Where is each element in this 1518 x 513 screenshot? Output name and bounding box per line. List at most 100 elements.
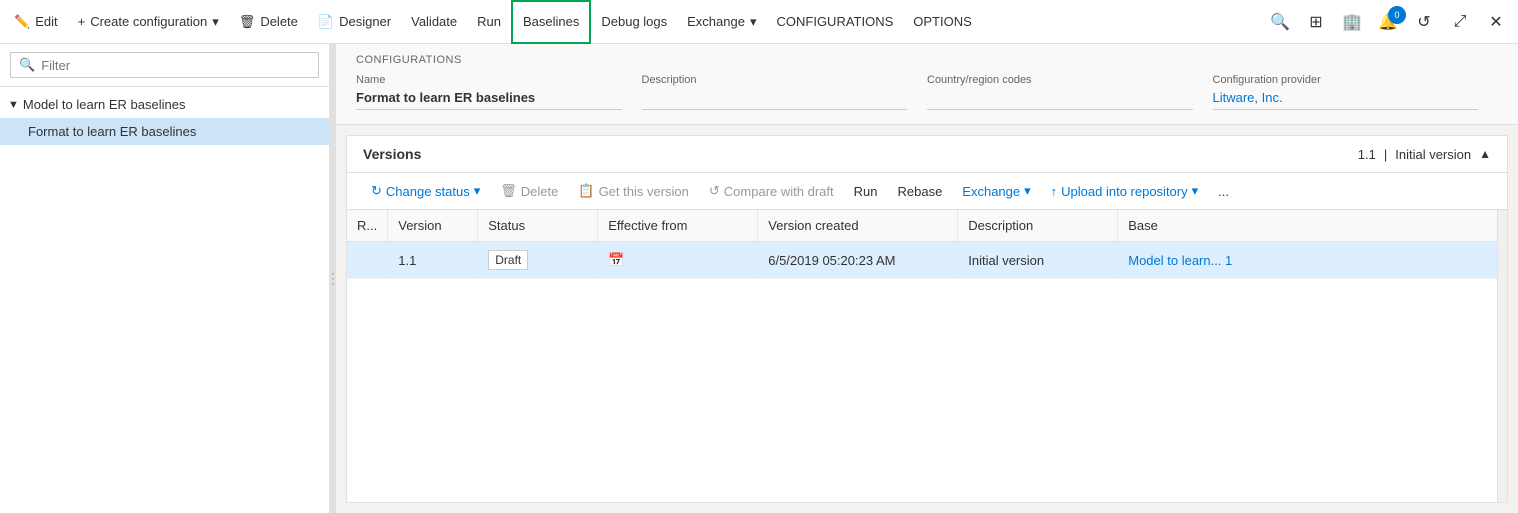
tree-parent-item[interactable]: ▼ Model to learn ER baselines [0, 91, 329, 118]
upload-label: Upload into repository [1061, 184, 1187, 199]
cell-r [347, 242, 388, 279]
ver-exchange-chevron-icon: ▾ [1024, 183, 1031, 199]
more-options-button[interactable]: ... [1210, 180, 1237, 203]
right-panel: CONFIGURATIONS Name Format to learn ER b… [336, 44, 1518, 513]
refresh-button[interactable]: ↺ [1406, 4, 1442, 40]
name-label: Name [356, 74, 622, 86]
versions-toolbar: ↻ Change status ▾ 🗑 Delete 📋 Get this ve… [347, 173, 1507, 210]
ver-exchange-button[interactable]: Exchange ▾ [954, 179, 1038, 203]
versions-collapse-icon[interactable]: ▲ [1479, 147, 1491, 161]
cell-version-created: 6/5/2019 05:20:23 AM [758, 242, 958, 279]
options-label: OPTIONS [913, 14, 972, 29]
provider-value[interactable]: Litware, Inc. [1213, 90, 1479, 110]
validate-button[interactable]: Validate [401, 0, 467, 44]
designer-icon: 📄 [318, 14, 334, 30]
ver-exchange-label: Exchange [962, 184, 1020, 199]
grid-icon-button[interactable]: ⊞ [1298, 4, 1334, 40]
compare-icon: ↺ [709, 183, 720, 199]
config-country-field: Country/region codes [927, 74, 1213, 110]
versions-body: R... Version Status Effective from Versi… [347, 210, 1507, 502]
ver-run-button[interactable]: Run [846, 180, 886, 203]
cell-base: Model to learn... 1 [1118, 242, 1497, 279]
rebase-button[interactable]: Rebase [889, 180, 950, 203]
expand-button[interactable]: ⤢ [1442, 4, 1478, 40]
version-number: 1.1 [1358, 147, 1376, 162]
change-status-icon: ↻ [371, 183, 382, 199]
ver-delete-button[interactable]: 🗑 Delete [492, 179, 566, 203]
col-r: R... [347, 210, 388, 242]
versions-meta: 1.1 | Initial version ▲ [1358, 147, 1491, 162]
get-version-label: Get this version [599, 184, 689, 199]
cell-description: Initial version [958, 242, 1118, 279]
panel-resize-handle[interactable] [330, 44, 336, 513]
versions-section: Versions 1.1 | Initial version ▲ ↻ Chang… [346, 135, 1508, 503]
office-icon-button[interactable]: 🏢 [1334, 4, 1370, 40]
filter-input[interactable] [41, 58, 310, 73]
versions-data-table: R... Version Status Effective from Versi… [347, 210, 1497, 279]
search-button[interactable]: 🔍 [1262, 4, 1298, 40]
chevron-down-icon: ▾ [212, 14, 219, 30]
table-row[interactable]: 1.1 Draft 📅 6/5/2019 05:20:23 AM Initial… [347, 242, 1497, 279]
cell-effective-from: 📅 [598, 242, 758, 279]
col-version-created: Version created [758, 210, 958, 242]
breadcrumb: CONFIGURATIONS [356, 54, 1498, 66]
edit-button[interactable]: ✏️ Edit [4, 0, 68, 44]
cell-version: 1.1 [388, 242, 478, 279]
change-status-chevron-icon: ▾ [474, 183, 481, 199]
create-config-button[interactable]: + Create configuration ▾ [68, 0, 229, 44]
config-fields: Name Format to learn ER baselines Descri… [356, 74, 1498, 110]
tree-child-label: Format to learn ER baselines [28, 124, 196, 139]
baselines-label: Baselines [523, 14, 579, 29]
compare-draft-button[interactable]: ↺ Compare with draft [701, 179, 842, 203]
config-description-field: Description [642, 74, 928, 110]
baselines-button[interactable]: Baselines [511, 0, 591, 44]
config-provider-field: Configuration provider Litware, Inc. [1213, 74, 1499, 110]
main-layout: 🔍 ▼ Model to learn ER baselines Format t… [0, 44, 1518, 513]
plus-icon: + [78, 14, 86, 29]
col-status: Status [478, 210, 598, 242]
exchange-chevron-icon: ▾ [750, 14, 757, 30]
filter-input-wrapper[interactable]: 🔍 [10, 52, 319, 78]
filter-box: 🔍 [0, 44, 329, 87]
toolbar-right: 🔍 ⊞ 🏢 🔔 0 ↺ ⤢ ✕ [1262, 4, 1514, 40]
get-this-version-button[interactable]: 📋 Get this version [570, 179, 697, 203]
tree-expand-icon: ▼ [8, 99, 19, 111]
validate-label: Validate [411, 14, 457, 29]
config-header: CONFIGURATIONS Name Format to learn ER b… [336, 44, 1518, 125]
compare-label: Compare with draft [724, 184, 834, 199]
edit-label: Edit [35, 14, 57, 29]
more-label: ... [1218, 184, 1229, 199]
close-button[interactable]: ✕ [1478, 4, 1514, 40]
options-button[interactable]: OPTIONS [903, 0, 982, 44]
create-config-label: Create configuration [90, 14, 207, 29]
designer-button[interactable]: 📄 Designer [308, 0, 401, 44]
search-icon: 🔍 [19, 57, 35, 73]
tree-parent-label: Model to learn ER baselines [23, 97, 186, 112]
configurations-label: CONFIGURATIONS [777, 14, 894, 29]
version-label: Initial version [1395, 147, 1471, 162]
col-description: Description [958, 210, 1118, 242]
upload-repository-button[interactable]: ↑ Upload into repository ▾ [1043, 179, 1207, 203]
delete-icon: 🗑 [239, 14, 256, 30]
calendar-icon[interactable]: 📅 [608, 252, 624, 267]
notification-button[interactable]: 🔔 0 [1370, 4, 1406, 40]
rebase-label: Rebase [897, 184, 942, 199]
exchange-button[interactable]: Exchange ▾ [677, 0, 766, 44]
upload-chevron-icon: ▾ [1192, 183, 1199, 199]
delete-button[interactable]: 🗑 Delete [229, 0, 308, 44]
debug-logs-button[interactable]: Debug logs [591, 0, 677, 44]
change-status-label: Change status [386, 184, 470, 199]
left-panel: 🔍 ▼ Model to learn ER baselines Format t… [0, 44, 330, 513]
configurations-button[interactable]: CONFIGURATIONS [767, 0, 904, 44]
cell-status: Draft [478, 242, 598, 279]
notification-badge: 0 [1388, 6, 1406, 24]
designer-label: Designer [339, 14, 391, 29]
tree-child-item[interactable]: Format to learn ER baselines [0, 118, 329, 145]
versions-table: R... Version Status Effective from Versi… [347, 210, 1497, 502]
change-status-button[interactable]: ↻ Change status ▾ [363, 179, 488, 203]
vertical-scrollbar[interactable] [1497, 210, 1507, 502]
ver-run-label: Run [854, 184, 878, 199]
run-button[interactable]: Run [467, 0, 511, 44]
col-effective-from: Effective from [598, 210, 758, 242]
ver-delete-label: Delete [521, 184, 559, 199]
